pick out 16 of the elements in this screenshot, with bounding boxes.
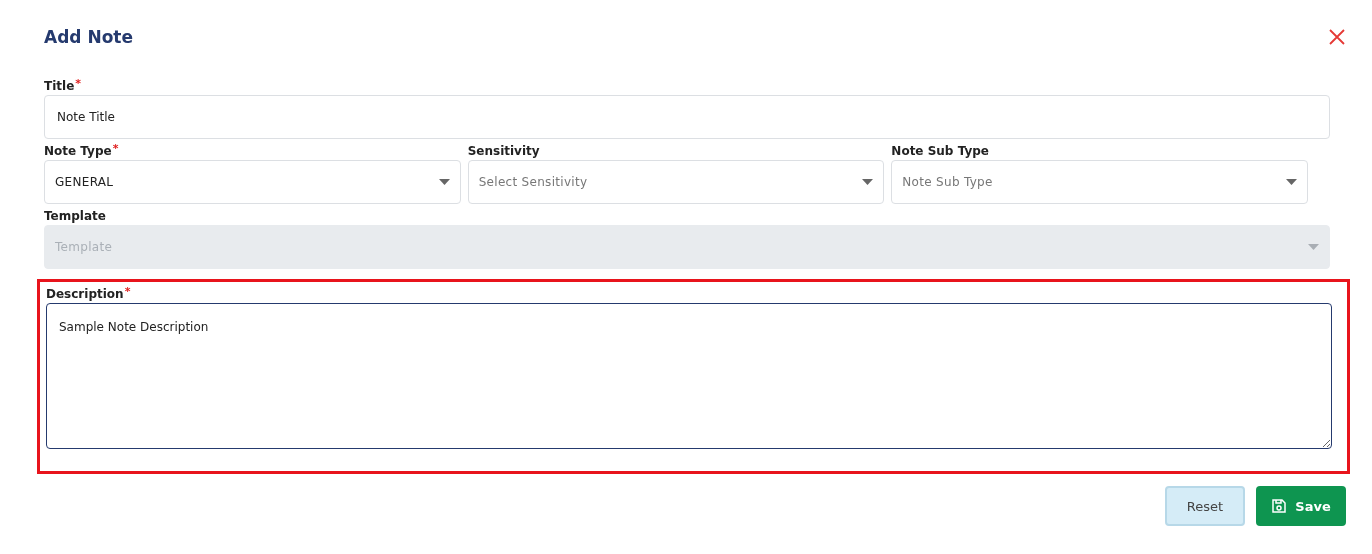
close-icon[interactable] <box>1328 28 1346 46</box>
field-label: Template <box>44 208 106 225</box>
title-input[interactable]: Note Title <box>44 95 1330 139</box>
description-textarea[interactable]: Sample Note Description <box>46 303 1332 449</box>
dropdown-caret-icon <box>1308 244 1319 250</box>
field-label: Note Sub Type <box>891 143 989 160</box>
select-field[interactable]: Select Sensitivity <box>467 160 885 204</box>
dialog-title: Add Note <box>44 27 133 47</box>
select-field[interactable]: Note Sub Type <box>891 160 1308 204</box>
field-label: Sensitivity <box>467 143 540 160</box>
select-field[interactable]: GENERAL <box>44 160 461 204</box>
save-button[interactable]: Save <box>1256 486 1346 526</box>
dropdown-caret-icon <box>862 179 874 185</box>
reset-button[interactable]: Reset <box>1165 486 1245 526</box>
dropdown-caret-icon <box>1286 179 1297 185</box>
dropdown-caret-icon <box>438 179 450 185</box>
